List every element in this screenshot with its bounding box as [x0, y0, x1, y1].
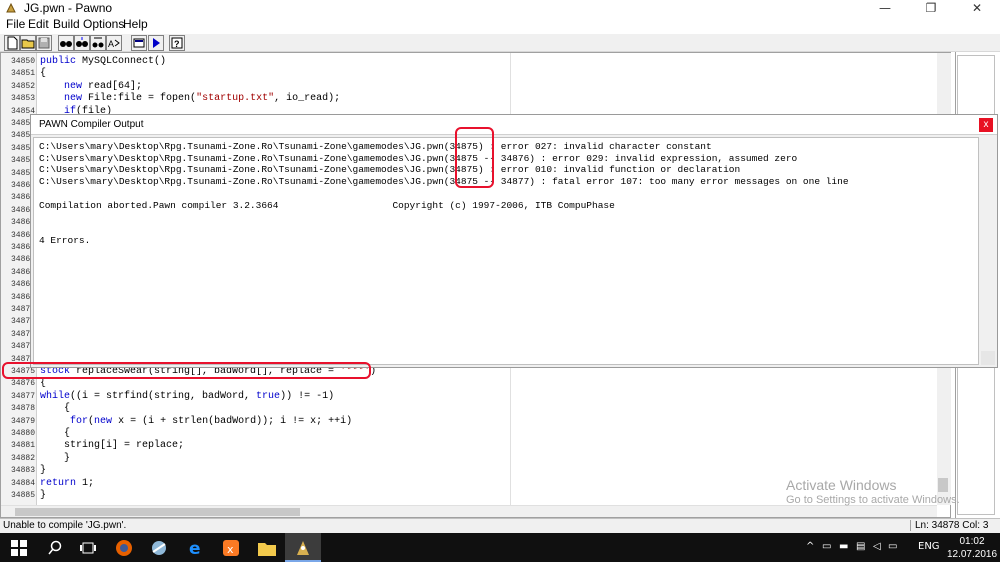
compiler-output-resize-grip[interactable]	[981, 351, 995, 365]
line-number: 34877	[10, 391, 35, 401]
replace-icon[interactable]	[90, 35, 106, 51]
search-icon[interactable]	[44, 537, 66, 559]
code-line[interactable]: {	[40, 403, 70, 414]
line-number: 34878	[10, 404, 35, 414]
compiler-output-line: C:\Users\mary\Desktop\Rpg.Tsunami-Zone.R…	[39, 141, 712, 152]
compiler-output-line: C:\Users\mary\Desktop\Rpg.Tsunami-Zone.R…	[39, 176, 849, 188]
help-icon[interactable]: ?	[169, 35, 185, 51]
window-title: JG.pwn - Pawno	[24, 1, 113, 15]
code-line[interactable]: {	[40, 428, 70, 439]
svg-text:x: x	[227, 543, 234, 556]
close-button[interactable]: ✕	[954, 0, 1000, 16]
svg-text:?: ?	[174, 39, 180, 49]
line-number: 34882	[10, 453, 35, 463]
find-next-icon[interactable]	[74, 35, 90, 51]
taskbar: e x ^ ▭ ▬ ▤ ◁ ▭ ENG 01:02 12.07.2016	[0, 533, 1000, 562]
menu-options[interactable]: Options	[83, 17, 124, 31]
tray-chevron-up-icon[interactable]: ^	[806, 541, 814, 552]
line-number: 34876	[10, 379, 35, 389]
editor-vertical-scroll-thumb[interactable]	[938, 478, 948, 492]
font-icon[interactable]	[131, 35, 147, 51]
compile-icon[interactable]	[148, 35, 164, 51]
line-number: 34852	[10, 81, 35, 91]
svg-text:e: e	[189, 539, 201, 558]
compiler-output-line: C:\Users\mary\Desktop\Rpg.Tsunami-Zone.R…	[39, 164, 741, 176]
line-number: 34853	[10, 94, 35, 104]
status-bar: Unable to compile 'JG.pwn'. Ln: 34878 Co…	[0, 518, 1000, 533]
line-number: 34883	[10, 466, 35, 476]
save-icon[interactable]	[36, 35, 52, 51]
toolbar: A ?	[0, 34, 1000, 52]
menu-bar: File Edit Build Options Help	[0, 16, 1000, 34]
code-line[interactable]: }	[40, 490, 46, 501]
task-view-icon[interactable]	[77, 537, 99, 559]
error-line-number-highlight	[455, 127, 494, 188]
file-explorer-icon[interactable]	[256, 537, 278, 559]
menu-file[interactable]: File	[6, 17, 25, 31]
code-line[interactable]: while((i = strfind(string, badWord, true…	[40, 391, 334, 402]
compiler-output-text[interactable]: C:\Users\mary\Desktop\Rpg.Tsunami-Zone.R…	[33, 137, 979, 365]
code-line[interactable]: new File:file = fopen("startup.txt", io_…	[40, 93, 340, 104]
pawno-app-icon	[6, 2, 16, 13]
edge-icon[interactable]: e	[185, 537, 207, 559]
compiler-output-title: PAWN Compiler Output	[39, 119, 144, 130]
cursor-position: Ln: 34878 Col: 3	[910, 520, 1000, 531]
line-number: 34880	[10, 429, 35, 438]
code-line[interactable]: {	[40, 378, 46, 389]
tray-volume-icon[interactable]: ◁	[873, 541, 881, 552]
compiler-output-line: C:\Users\mary\Desktop\Rpg.Tsunami-Zone.R…	[39, 152, 798, 164]
find-icon[interactable]	[58, 35, 74, 51]
clock-date[interactable]: 12.07.2016	[946, 549, 998, 560]
new-file-icon[interactable]	[4, 35, 20, 51]
firefox-icon[interactable]	[113, 537, 135, 559]
code-line[interactable]: }	[40, 465, 46, 476]
tray-language[interactable]: ENG	[918, 541, 940, 552]
minimize-button[interactable]: —	[862, 0, 908, 16]
code-line[interactable]: new read[64];	[40, 81, 142, 92]
windows-start-icon[interactable]	[8, 537, 30, 559]
line-number: 34850	[10, 57, 35, 66]
line-number: 34851	[10, 69, 35, 79]
compiler-output-line: 4 Errors.	[39, 234, 91, 246]
tray-language-bar-icon[interactable]: ▤	[856, 541, 865, 552]
compiler-output-window: PAWN Compiler Output x C:\Users\mary\Des…	[30, 114, 998, 368]
svg-text:A: A	[108, 39, 114, 49]
activate-windows-title: Activate Windows	[786, 477, 897, 493]
tray-message-icon[interactable]: ▭	[888, 541, 897, 552]
code-line[interactable]: return 1;	[40, 478, 94, 489]
compiler-output-scrollbar[interactable]	[981, 137, 995, 365]
tray-display-icon[interactable]: ▬	[839, 541, 848, 552]
compiler-output-close-button[interactable]: x	[979, 118, 993, 132]
line-number: 34879	[10, 416, 35, 426]
activate-windows-subtitle: Go to Settings to activate Windows.	[786, 494, 960, 506]
xampp-icon[interactable]: x	[220, 537, 242, 559]
line-number: 34884	[10, 478, 35, 488]
status-message: Unable to compile 'JG.pwn'.	[3, 520, 127, 531]
tray-network-icon[interactable]: ▭	[822, 541, 831, 552]
app-icon[interactable]	[148, 537, 170, 559]
error-source-line-highlight	[2, 362, 371, 379]
code-line[interactable]: for(new x = (i + strlen(badWord)); i != …	[40, 416, 352, 427]
code-line[interactable]: public MySQLConnect()	[40, 56, 166, 67]
menu-build[interactable]: Build	[53, 17, 80, 31]
menu-edit[interactable]: Edit	[28, 17, 49, 31]
code-line[interactable]: string[i] = replace;	[40, 440, 184, 451]
code-line[interactable]: }	[40, 453, 70, 464]
line-number: 34881	[10, 441, 35, 451]
compiler-output-title-bar: PAWN Compiler Output x	[31, 115, 997, 135]
open-folder-icon[interactable]	[20, 35, 36, 51]
editor-horizontal-scroll-thumb[interactable]	[15, 508, 300, 516]
maximize-button[interactable]: ❐	[908, 0, 954, 16]
goto-icon[interactable]: A	[106, 35, 122, 51]
code-line[interactable]: {	[40, 68, 46, 79]
clock-time[interactable]: 01:02	[952, 536, 992, 547]
menu-help[interactable]: Help	[123, 17, 148, 31]
pawno-taskbar-icon[interactable]	[292, 537, 314, 559]
line-number: 34885	[10, 491, 35, 500]
compiler-output-line: Compilation aborted.Pawn compiler 3.2.36…	[39, 199, 615, 211]
title-bar: JG.pwn - Pawno — ❐ ✕	[0, 0, 1000, 16]
